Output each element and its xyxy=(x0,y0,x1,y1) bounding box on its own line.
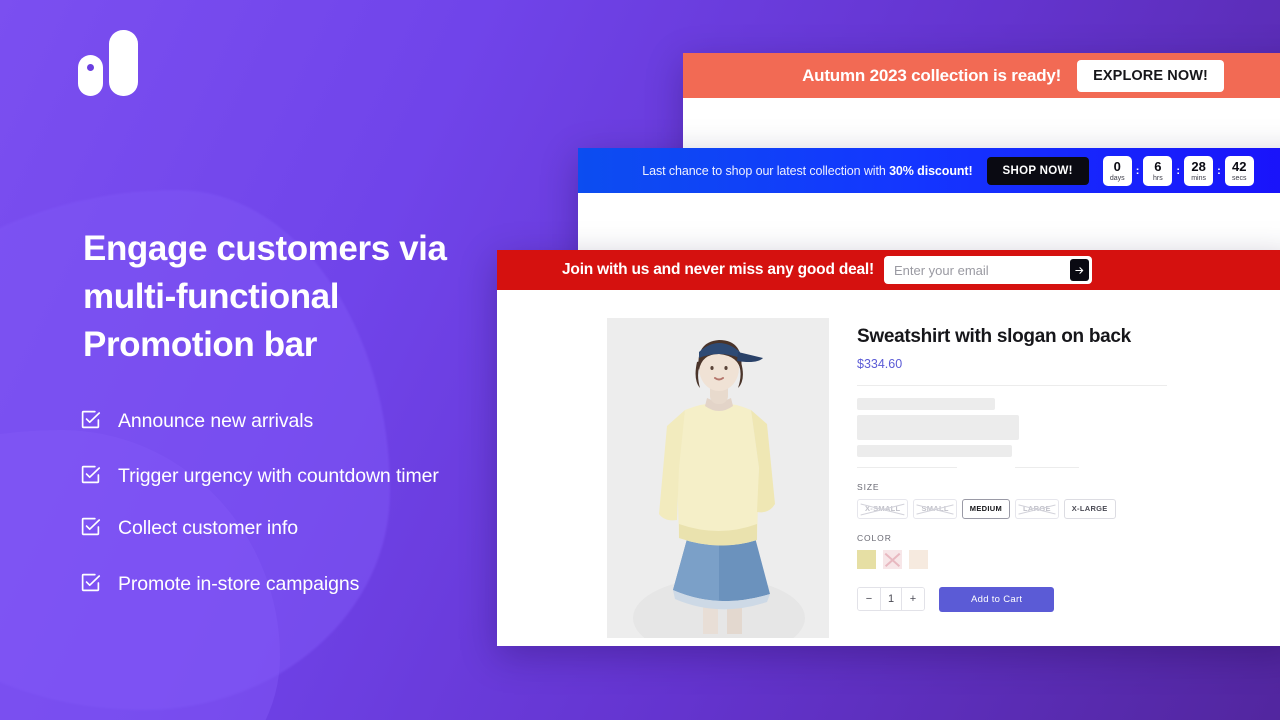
size-option-large: LARGE xyxy=(1015,499,1059,519)
checkbox-check-icon xyxy=(81,573,101,591)
divider xyxy=(1015,467,1079,468)
explore-now-button[interactable]: EXPLORE NOW! xyxy=(1077,59,1224,92)
page-title: Engage customers via multi-functional Pr… xyxy=(83,229,447,364)
countdown-timer: 0 days : 6 hrs : 28 mins : 42 secs xyxy=(1102,155,1254,186)
list-item: Announce new arrivals xyxy=(80,405,510,437)
announcement-text: Autumn 2023 collection is ready! xyxy=(802,65,1062,85)
quantity-increase-button[interactable]: + xyxy=(902,588,924,610)
color-swatch-beige[interactable] xyxy=(909,549,928,569)
color-selector xyxy=(857,549,1167,569)
size-option-x-small: X-SMALL xyxy=(857,499,909,519)
countdown-text-discount: 30% discount! xyxy=(889,163,973,178)
brand-logo xyxy=(78,30,148,96)
shop-now-button[interactable]: SHOP NOW! xyxy=(986,156,1089,185)
skeleton-line xyxy=(857,445,1012,457)
timer-days-label: days xyxy=(1109,174,1125,182)
purchase-controls: − 1 + Add to Cart xyxy=(857,586,1167,612)
checkbox-check-icon xyxy=(81,410,101,429)
email-submit-button[interactable] xyxy=(1070,259,1089,281)
divider xyxy=(857,467,957,468)
skeleton-line xyxy=(857,415,1019,440)
quantity-stepper: − 1 + xyxy=(857,587,925,611)
arrow-right-icon xyxy=(1075,266,1084,274)
timer-hrs-label: hrs xyxy=(1153,174,1163,182)
size-option-medium[interactable]: MEDIUM xyxy=(961,499,1010,519)
timer-separator: : xyxy=(1217,164,1221,177)
product-detail-section: Sweatshirt with slogan on back $334.60 S… xyxy=(497,290,1280,638)
color-swatch-cream[interactable] xyxy=(857,549,876,569)
product-photo-illustration xyxy=(607,318,829,638)
hero-section: Engage customers via multi-functional Pr… xyxy=(0,0,520,720)
timer-separator: : xyxy=(1135,164,1140,177)
size-selector: X-SMALL SMALL MEDIUM LARGE X-LARGE xyxy=(857,499,1167,519)
checkbox-check-icon xyxy=(81,518,101,536)
divider-group xyxy=(857,467,1167,468)
color-swatch-pink xyxy=(883,549,902,569)
countdown-text: Last chance to shop our latest collectio… xyxy=(642,164,972,178)
add-to-cart-button[interactable]: Add to Cart xyxy=(939,586,1055,612)
email-capture-card: Join with us and never miss any good dea… xyxy=(497,250,1280,646)
list-item: Trigger urgency with countdown timer xyxy=(80,460,510,492)
size-label: SIZE xyxy=(857,482,880,492)
timer-unit-days: 0 days xyxy=(1102,155,1132,186)
email-capture-text: Join with us and never miss any good dea… xyxy=(562,261,874,278)
list-item-label: Promote in-store campaigns xyxy=(118,572,360,595)
timer-unit-hrs: 6 hrs xyxy=(1143,155,1173,186)
product-info: Sweatshirt with slogan on back $334.60 S… xyxy=(857,318,1280,638)
timer-mins-value: 28 xyxy=(1191,158,1206,174)
timer-unit-secs: 42 secs xyxy=(1224,155,1254,186)
countdown-text-prefix: Last chance to shop our latest collectio… xyxy=(642,163,890,178)
countdown-bar: Last chance to shop our latest collectio… xyxy=(578,148,1280,193)
timer-separator: : xyxy=(1176,164,1181,177)
timer-days-value: 0 xyxy=(1113,158,1121,174)
timer-secs-label: secs xyxy=(1232,174,1247,182)
email-field[interactable] xyxy=(894,262,1070,278)
logo-tall-bar-icon xyxy=(109,30,138,96)
list-item-label: Collect customer info xyxy=(118,517,298,540)
logo-small-pill-icon xyxy=(78,55,103,96)
divider xyxy=(857,385,1167,386)
size-option-small: SMALL xyxy=(913,499,957,519)
timer-mins-label: mins xyxy=(1191,174,1206,182)
product-price: $334.60 xyxy=(857,357,903,371)
email-input-group xyxy=(884,256,1092,284)
skeleton-line xyxy=(857,398,995,410)
quantity-value[interactable]: 1 xyxy=(880,588,902,610)
list-item-label: Trigger urgency with countdown timer xyxy=(118,465,439,488)
quantity-decrease-button[interactable]: − xyxy=(858,588,880,610)
timer-unit-mins: 28 mins xyxy=(1184,155,1214,186)
timer-hrs-value: 6 xyxy=(1154,158,1162,174)
product-image[interactable] xyxy=(607,318,829,638)
list-item: Promote in-store campaigns xyxy=(80,568,510,600)
checkbox-check-icon xyxy=(81,465,101,484)
announcement-bar: Autumn 2023 collection is ready! EXPLORE… xyxy=(683,53,1280,98)
email-capture-bar: Join with us and never miss any good dea… xyxy=(497,250,1280,290)
product-title: Sweatshirt with slogan on back xyxy=(857,326,1131,347)
feature-list: Announce new arrivals Trigger urgency wi… xyxy=(80,405,510,623)
list-item-label: Announce new arrivals xyxy=(118,410,314,432)
logo-dot-icon xyxy=(87,64,94,71)
list-item: Collect customer info xyxy=(80,512,510,544)
color-label: COLOR xyxy=(857,532,892,543)
size-option-x-large[interactable]: X-LARGE xyxy=(1063,499,1116,519)
timer-secs-value: 42 xyxy=(1232,158,1247,174)
